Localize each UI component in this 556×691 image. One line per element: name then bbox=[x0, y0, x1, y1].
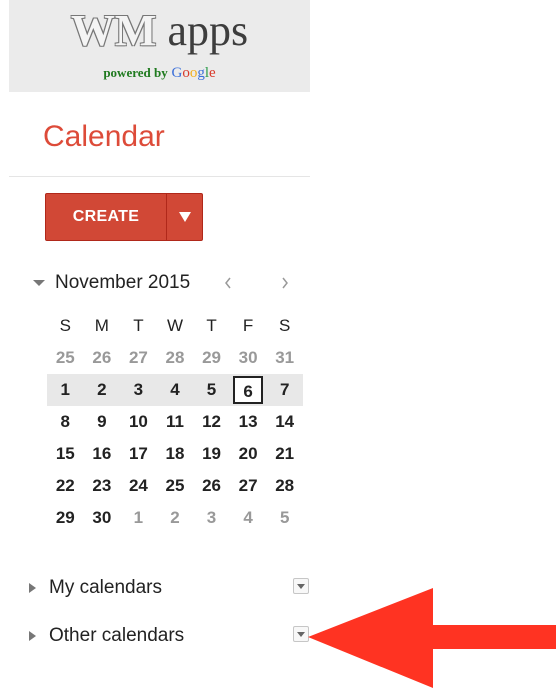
day-cell[interactable]: 27 bbox=[120, 342, 157, 374]
day-cell[interactable]: 29 bbox=[193, 342, 230, 374]
day-cell[interactable]: 25 bbox=[157, 470, 194, 502]
expand-arrow-icon bbox=[29, 583, 37, 593]
day-cell[interactable]: 14 bbox=[266, 406, 303, 438]
week-row: 8 9 10 11 12 13 14 bbox=[47, 406, 303, 438]
day-cell[interactable]: 5 bbox=[193, 374, 230, 406]
weekday-header: S bbox=[59, 316, 71, 335]
create-dropdown-button[interactable] bbox=[167, 194, 202, 240]
day-cell[interactable]: 18 bbox=[157, 438, 194, 470]
day-cell[interactable]: 28 bbox=[266, 470, 303, 502]
weekday-header: S bbox=[279, 316, 291, 335]
create-button[interactable]: CREATE bbox=[46, 194, 167, 240]
logo-powered-by: powered by Google bbox=[9, 64, 310, 82]
day-cell[interactable]: 16 bbox=[84, 438, 121, 470]
header-divider bbox=[9, 176, 310, 177]
expand-arrow-icon bbox=[29, 631, 37, 641]
chevron-left-icon[interactable] bbox=[220, 274, 236, 292]
day-cell[interactable]: 21 bbox=[266, 438, 303, 470]
dropdown-arrow-icon bbox=[297, 631, 305, 637]
other-calendars-menu-button[interactable] bbox=[293, 626, 309, 642]
day-cell[interactable]: 11 bbox=[157, 406, 194, 438]
collapse-caret-icon[interactable] bbox=[33, 279, 45, 287]
logo-powered-by-text: powered by bbox=[103, 65, 168, 80]
chevron-right-icon[interactable] bbox=[277, 274, 293, 292]
wm-apps-logo: WM apps powered by Google bbox=[9, 0, 310, 92]
day-cell[interactable]: 2 bbox=[83, 374, 121, 406]
annotation-arrow-icon bbox=[308, 588, 556, 688]
day-cell[interactable]: 2 bbox=[157, 502, 194, 534]
mini-calendar-header: November 2015 bbox=[33, 268, 303, 298]
day-cell[interactable]: 1 bbox=[120, 502, 157, 534]
week-row: 22 23 24 25 26 27 28 bbox=[47, 470, 303, 502]
weekday-header: T bbox=[133, 316, 144, 335]
today-cell[interactable]: 6 bbox=[229, 374, 267, 406]
logo-wm-text: WM bbox=[70, 6, 157, 55]
day-cell[interactable]: 15 bbox=[47, 438, 84, 470]
day-cell[interactable]: 17 bbox=[120, 438, 157, 470]
dropdown-arrow-icon bbox=[297, 583, 305, 589]
day-cell[interactable]: 8 bbox=[47, 406, 84, 438]
day-cell[interactable]: 9 bbox=[84, 406, 121, 438]
day-cell[interactable]: 20 bbox=[230, 438, 267, 470]
mini-calendar-grid: S M T W T F S 25 26 27 28 29 30 31 1 2 3… bbox=[47, 310, 303, 534]
weekday-header: T bbox=[206, 316, 217, 335]
day-cell[interactable]: 19 bbox=[193, 438, 230, 470]
day-cell[interactable]: 5 bbox=[266, 502, 303, 534]
mini-calendar-month[interactable]: November 2015 bbox=[55, 272, 190, 294]
logo-wordmark: WM apps bbox=[9, 6, 310, 56]
day-cell[interactable]: 24 bbox=[120, 470, 157, 502]
today-label: 6 bbox=[233, 376, 264, 404]
day-cell[interactable]: 23 bbox=[84, 470, 121, 502]
my-calendars-label: My calendars bbox=[49, 577, 162, 598]
week-row: 29 30 1 2 3 4 5 bbox=[47, 502, 303, 534]
caret-down-icon bbox=[178, 212, 191, 222]
day-cell[interactable]: 31 bbox=[266, 342, 303, 374]
other-calendars-label: Other calendars bbox=[49, 625, 185, 646]
day-cell[interactable]: 30 bbox=[230, 342, 267, 374]
weekday-header: F bbox=[242, 316, 254, 335]
weekday-header: M bbox=[94, 316, 109, 335]
day-cell[interactable]: 29 bbox=[47, 502, 84, 534]
day-cell[interactable]: 3 bbox=[120, 374, 157, 406]
day-cell[interactable]: 25 bbox=[47, 342, 84, 374]
day-cell[interactable]: 13 bbox=[230, 406, 267, 438]
day-cell[interactable]: 4 bbox=[230, 502, 267, 534]
create-button-group: CREATE bbox=[45, 193, 203, 241]
day-cell[interactable]: 10 bbox=[120, 406, 157, 438]
day-cell[interactable]: 4 bbox=[156, 374, 194, 406]
weekday-header: W bbox=[166, 316, 183, 335]
my-calendars-section[interactable]: My calendars bbox=[29, 574, 309, 602]
day-cell[interactable]: 26 bbox=[84, 342, 121, 374]
day-cell[interactable]: 3 bbox=[193, 502, 230, 534]
day-cell[interactable]: 22 bbox=[47, 470, 84, 502]
day-cell[interactable]: 28 bbox=[157, 342, 194, 374]
other-calendars-section[interactable]: Other calendars bbox=[29, 622, 309, 650]
day-cell[interactable]: 7 bbox=[266, 374, 303, 406]
current-week-row: 1 2 3 4 5 6 7 bbox=[47, 374, 303, 406]
day-cell[interactable]: 12 bbox=[193, 406, 230, 438]
day-cell[interactable]: 30 bbox=[84, 502, 121, 534]
day-cell[interactable]: 1 bbox=[47, 374, 84, 406]
weekday-header-row: S M T W T F S bbox=[47, 310, 303, 342]
logo-google-text: Google bbox=[171, 65, 216, 81]
logo-apps-text: apps bbox=[167, 6, 249, 55]
my-calendars-menu-button[interactable] bbox=[293, 578, 309, 594]
week-row: 15 16 17 18 19 20 21 bbox=[47, 438, 303, 470]
day-cell[interactable]: 27 bbox=[230, 470, 267, 502]
week-row: 25 26 27 28 29 30 31 bbox=[47, 342, 303, 374]
day-cell[interactable]: 26 bbox=[193, 470, 230, 502]
app-title: Calendar bbox=[43, 120, 165, 153]
